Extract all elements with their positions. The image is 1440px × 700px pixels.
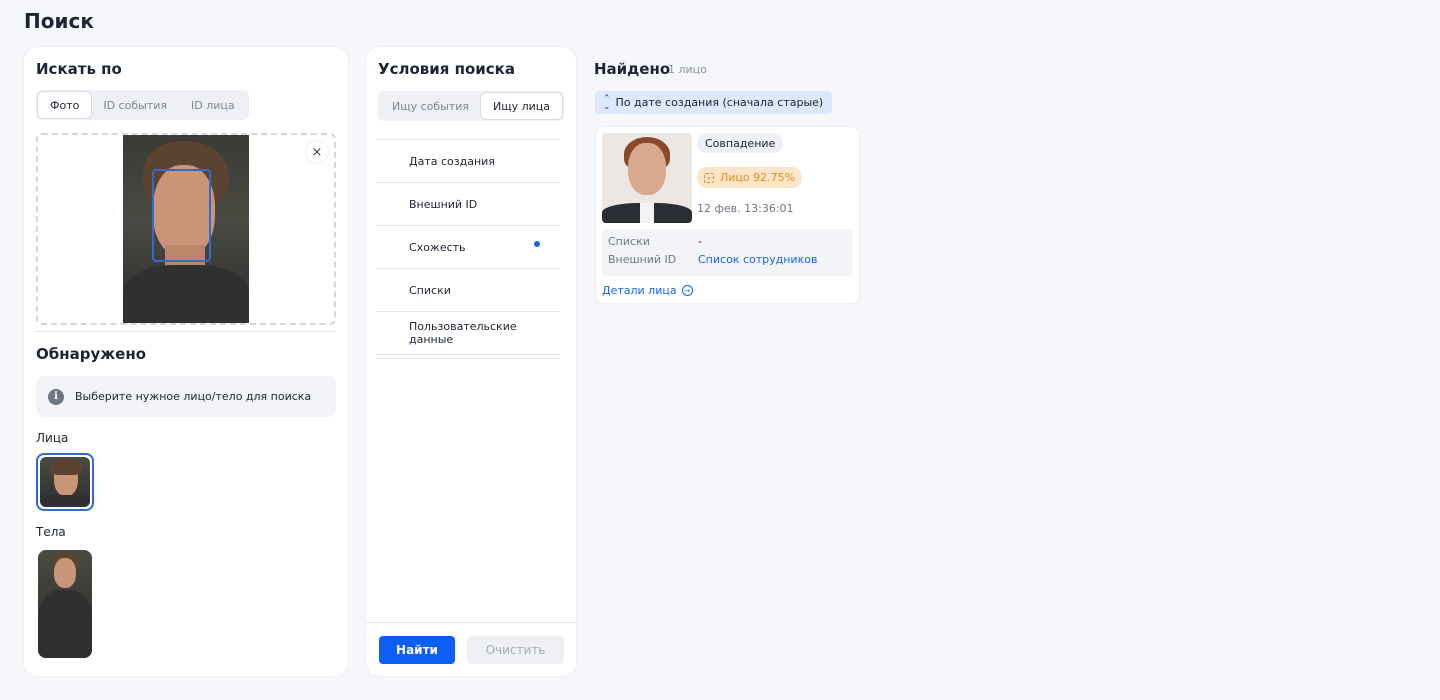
page-title: Поиск bbox=[24, 9, 94, 33]
tab-event-id[interactable]: ID события bbox=[91, 92, 179, 118]
condition-lists[interactable]: Списки bbox=[376, 269, 560, 312]
condition-created-date[interactable]: Дата создания bbox=[376, 140, 560, 183]
search-by-panel: Искать по Фото ID события ID лица × Обна… bbox=[24, 47, 348, 676]
photo-upload-area[interactable]: × bbox=[36, 133, 336, 325]
bodies-label: Тела bbox=[36, 525, 66, 539]
meta-row-external-id: Внешний ID Список сотрудников bbox=[608, 253, 817, 266]
match-badge: Совпадение bbox=[697, 133, 784, 153]
body-thumbnail[interactable] bbox=[38, 550, 92, 658]
face-detection-box[interactable] bbox=[152, 169, 211, 262]
divider bbox=[376, 358, 560, 359]
detected-title: Обнаружено bbox=[36, 345, 146, 363]
sort-button[interactable]: ⌃ ⌄ По дате создания (сначала старые) bbox=[595, 91, 833, 114]
info-box: i Выберите нужное лицо/тело для поиска bbox=[36, 376, 336, 417]
condition-label: Внешний ID bbox=[409, 197, 478, 211]
details-label: Детали лица bbox=[602, 284, 677, 297]
condition-label: Пользовательские данные bbox=[409, 320, 517, 346]
meta-key: Списки bbox=[608, 235, 650, 248]
sort-icon: ⌃ ⌄ bbox=[603, 93, 611, 112]
clear-button[interactable]: Очистить bbox=[467, 636, 564, 664]
face-thumbnail[interactable] bbox=[36, 453, 94, 511]
sort-label: По дате создания (сначала старые) bbox=[615, 96, 824, 109]
tab-face-id[interactable]: ID лица bbox=[179, 92, 247, 118]
score-label: Лицо 92.75% bbox=[720, 171, 796, 184]
search-conditions-panel: Условия поиска Ищу события Ищу лица Дата… bbox=[366, 47, 576, 676]
condition-label: Списки bbox=[409, 283, 451, 297]
face-scan-icon bbox=[704, 172, 714, 183]
info-text: Выберите нужное лицо/тело для поиска bbox=[75, 390, 312, 403]
search-by-tabs: Фото ID события ID лица bbox=[36, 90, 249, 120]
employee-list-link[interactable]: Список сотрудников bbox=[698, 253, 817, 266]
score-badge: Лицо 92.75% bbox=[697, 167, 803, 188]
info-icon: i bbox=[48, 388, 64, 405]
arrow-right-icon: → bbox=[681, 285, 693, 296]
conditions-title: Условия поиска bbox=[378, 60, 515, 78]
condition-external-id[interactable]: Внешний ID bbox=[376, 183, 560, 226]
results-title: Найдено bbox=[594, 60, 671, 78]
condition-label: Схожесть bbox=[409, 240, 466, 254]
condition-user-data[interactable]: Пользовательские данные bbox=[376, 312, 560, 355]
conditions-list: Дата создания Внешний ID Схожесть Списки… bbox=[376, 139, 560, 355]
close-icon[interactable]: × bbox=[306, 141, 328, 163]
faces-label: Лица bbox=[36, 431, 69, 445]
result-meta: Списки - Внешний ID Список сотрудников bbox=[602, 229, 853, 276]
tab-photo[interactable]: Фото bbox=[38, 92, 92, 118]
conditions-tabs: Ищу события Ищу лица bbox=[378, 91, 564, 121]
face-details-link[interactable]: Детали лица → bbox=[602, 284, 693, 297]
result-face-photo bbox=[602, 133, 692, 223]
meta-value: - bbox=[698, 235, 702, 248]
active-indicator-dot bbox=[534, 241, 540, 247]
search-by-title: Искать по bbox=[36, 60, 122, 78]
find-button[interactable]: Найти bbox=[379, 636, 455, 664]
results-count: 1 лицо bbox=[668, 63, 707, 76]
divider bbox=[366, 622, 576, 623]
result-card[interactable]: Совпадение Лицо 92.75% 12 фев. 13:36:01 … bbox=[596, 127, 859, 303]
uploaded-photo bbox=[123, 135, 249, 323]
meta-key: Внешний ID bbox=[608, 253, 677, 266]
condition-similarity[interactable]: Схожесть bbox=[376, 226, 560, 269]
meta-row-lists: Списки - bbox=[608, 235, 702, 248]
divider bbox=[36, 331, 336, 332]
tab-find-events[interactable]: Ищу события bbox=[380, 93, 481, 119]
condition-label: Дата создания bbox=[409, 154, 495, 168]
tab-find-faces[interactable]: Ищу лица bbox=[481, 93, 563, 119]
result-date: 12 фев. 13:36:01 bbox=[697, 202, 794, 215]
